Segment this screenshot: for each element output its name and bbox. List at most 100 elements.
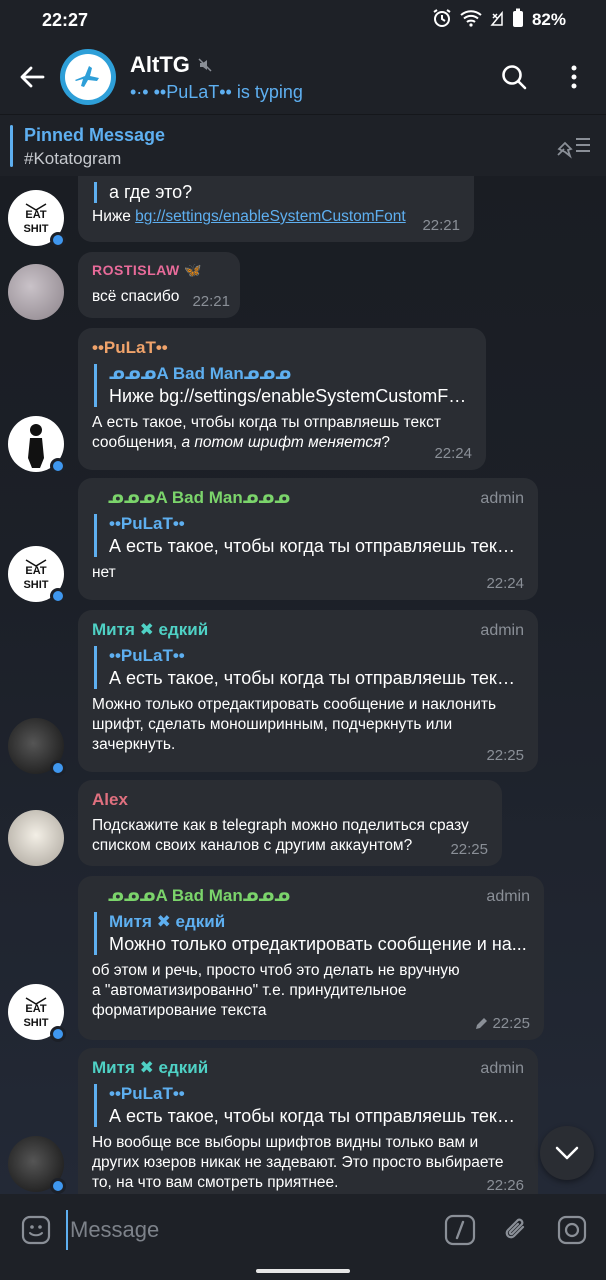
message-bubble[interactable]: Alex Подскажите как в telegraph можно по… xyxy=(78,780,502,866)
back-button[interactable] xyxy=(4,49,60,105)
message-text: А есть такое, чтобы когда ты отправляешь… xyxy=(92,414,441,451)
reply-text: а где это? xyxy=(109,182,193,202)
paperclip-icon xyxy=(505,1218,525,1239)
alarm-icon xyxy=(432,8,452,33)
sender-name[interactable]: Митя ✖ едкий xyxy=(92,620,524,640)
online-indicator xyxy=(50,458,66,474)
sender-name[interactable]: ᓄᓄᓄA Bad Manᓄᓄᓄ xyxy=(92,488,524,508)
message-text: об этом и речь, просто чтоб это делать н… xyxy=(92,962,460,1019)
message-item[interactable]: Митя ✖ едкий admin ••PuLaT•• А есть тако… xyxy=(0,1048,606,1194)
message-time: 22:26 xyxy=(486,1177,524,1194)
message-item[interactable]: Митя ✖ едкий admin ••PuLaT•• А есть тако… xyxy=(0,610,606,776)
chat-title: AltTG xyxy=(130,51,190,77)
search-icon xyxy=(502,65,527,90)
typing-status: •·• ••PuLaT•• is typing xyxy=(130,81,303,102)
chat-avatar[interactable] xyxy=(60,49,116,105)
svg-text:SHIT: SHIT xyxy=(23,223,48,235)
message-item[interactable]: ᓄᓄᓄA Bad Manᓄᓄᓄ admin ••PuLaT•• А есть т… xyxy=(0,478,606,604)
plane-logo-icon xyxy=(65,54,111,100)
emoji-button[interactable] xyxy=(14,1208,58,1252)
signal-off-icon xyxy=(490,9,504,32)
message-time: 22:24 xyxy=(486,575,524,592)
message-text: Ниже bg://settings/enableSystemCustomFon… xyxy=(92,208,406,225)
reply-text: А есть такое, чтобы когда ты отправляешь… xyxy=(109,536,524,556)
message-item[interactable]: ᓄᓄᓄA Bad Manᓄᓄᓄ admin Митя ✖ едкий Можно… xyxy=(0,876,606,1042)
svg-text:EAT: EAT xyxy=(25,565,46,577)
muted-icon xyxy=(198,52,212,78)
pinned-text: #Kotatogram xyxy=(24,149,122,168)
chat-titles[interactable]: AltTG •·• ••PuLaT•• is typing xyxy=(130,52,303,103)
reply-preview[interactable]: ••PuLaT•• А есть такое, чтобы когда ты о… xyxy=(94,646,524,689)
battery-icon xyxy=(512,8,524,33)
scroll-down-button[interactable] xyxy=(540,1126,594,1180)
message-time: 22:25 xyxy=(492,1015,530,1032)
reply-preview[interactable]: а где это? xyxy=(94,182,460,203)
pinned-title: Pinned Message xyxy=(24,125,166,145)
message-link[interactable]: bg://settings/enableSystemCustomFont xyxy=(135,208,406,225)
avatar[interactable] xyxy=(8,264,64,320)
message-time: 22:25 xyxy=(486,747,524,764)
slash-command-icon xyxy=(444,1214,476,1246)
reply-preview[interactable]: ••PuLaT•• А есть такое, чтобы когда ты о… xyxy=(94,1084,524,1127)
sender-name[interactable]: Alex xyxy=(92,790,488,810)
message-bubble[interactable]: а где это? Ниже bg://settings/enableSyst… xyxy=(78,176,474,242)
avatar[interactable]: EAT SHIT xyxy=(8,546,66,604)
home-gesture-handle[interactable] xyxy=(256,1269,350,1273)
search-button[interactable] xyxy=(492,50,536,104)
message-text: Подскажите как в telegraph можно поделит… xyxy=(92,817,469,854)
message-time: 22:25 xyxy=(450,841,488,858)
status-icons: 82% xyxy=(432,8,566,33)
avatar[interactable] xyxy=(8,1136,66,1194)
sender-name[interactable]: ROSTISLAW 🦋 xyxy=(92,262,226,279)
reply-preview[interactable]: Митя ✖ едкий Можно только отредактироват… xyxy=(94,912,530,955)
message-input[interactable] xyxy=(66,1210,426,1250)
message-bubble[interactable]: Митя ✖ едкий admin ••PuLaT•• А есть тако… xyxy=(78,1048,538,1194)
sender-name[interactable]: Митя ✖ едкий xyxy=(92,1058,524,1078)
message-bubble[interactable]: ᓄᓄᓄA Bad Manᓄᓄᓄ admin Митя ✖ едкий Можно… xyxy=(78,876,544,1040)
back-arrow-icon xyxy=(20,66,45,88)
more-options-button[interactable] xyxy=(552,50,596,104)
chat-header: AltTG •·• ••PuLaT•• is typing xyxy=(0,40,606,114)
camera-button[interactable] xyxy=(550,1208,594,1252)
attach-button[interactable] xyxy=(494,1208,538,1252)
reply-sender: ••PuLaT•• xyxy=(109,646,185,665)
avatar[interactable]: EAT SHIT xyxy=(8,984,66,1042)
svg-text:SHIT: SHIT xyxy=(23,1017,48,1029)
online-indicator xyxy=(50,232,66,248)
message-bubble[interactable]: Митя ✖ едкий admin ••PuLaT•• А есть тако… xyxy=(78,610,538,772)
chevron-down-icon xyxy=(555,1146,579,1160)
unpin-list-icon xyxy=(557,138,590,159)
pinned-message-bar[interactable]: Pinned Message #Kotatogram xyxy=(0,114,606,176)
online-indicator xyxy=(50,760,66,776)
reply-preview[interactable]: ᓄᓄᓄA Bad Manᓄᓄᓄ Ниже bg://settings/enabl… xyxy=(94,364,472,407)
online-indicator xyxy=(50,1026,66,1042)
message-item[interactable]: ••PuLaT•• ᓄᓄᓄA Bad Manᓄᓄᓄ Ниже bg://sett… xyxy=(0,328,606,474)
message-list[interactable]: а где это? Ниже bg://settings/enableSyst… xyxy=(0,176,606,1194)
message-bubble[interactable]: ROSTISLAW 🦋 всё спасибо 22:21 xyxy=(78,252,240,318)
avatar[interactable] xyxy=(8,810,64,866)
avatar[interactable] xyxy=(8,416,66,474)
message-item[interactable]: ROSTISLAW 🦋 всё спасибо 22:21 xyxy=(0,252,606,322)
svg-text:SHIT: SHIT xyxy=(23,579,48,591)
system-nav-bar xyxy=(0,1266,606,1280)
reply-text: Можно только отредактировать сообщение и… xyxy=(109,934,527,954)
message-text: Можно только отредактировать сообщение и… xyxy=(92,696,497,753)
message-bubble[interactable]: ᓄᓄᓄA Bad Manᓄᓄᓄ admin ••PuLaT•• А есть т… xyxy=(78,478,538,600)
reply-sender: ••PuLaT•• xyxy=(109,1084,185,1103)
pinned-indicator xyxy=(10,125,13,167)
reply-sender: ᓄᓄᓄA Bad Manᓄᓄᓄ xyxy=(109,364,292,383)
pinned-list-button[interactable] xyxy=(556,131,592,164)
sender-name[interactable]: ••PuLaT•• xyxy=(92,338,472,358)
message-item[interactable]: а где это? Ниже bg://settings/enableSyst… xyxy=(0,176,606,248)
message-bubble[interactable]: ••PuLaT•• ᓄᓄᓄA Bad Manᓄᓄᓄ Ниже bg://sett… xyxy=(78,328,486,470)
message-item[interactable]: Alex Подскажите как в telegraph можно по… xyxy=(0,780,606,868)
commands-button[interactable] xyxy=(438,1208,482,1252)
sender-name[interactable]: ᓄᓄᓄA Bad Manᓄᓄᓄ xyxy=(92,886,530,906)
avatar[interactable] xyxy=(8,718,66,776)
more-vertical-icon xyxy=(571,65,577,89)
online-indicator xyxy=(50,588,66,604)
avatar[interactable]: EAT SHIT xyxy=(8,190,66,248)
edited-pencil-icon xyxy=(476,1017,488,1029)
reply-preview[interactable]: ••PuLaT•• А есть такое, чтобы когда ты о… xyxy=(94,514,524,557)
status-time: 22:27 xyxy=(42,9,89,30)
